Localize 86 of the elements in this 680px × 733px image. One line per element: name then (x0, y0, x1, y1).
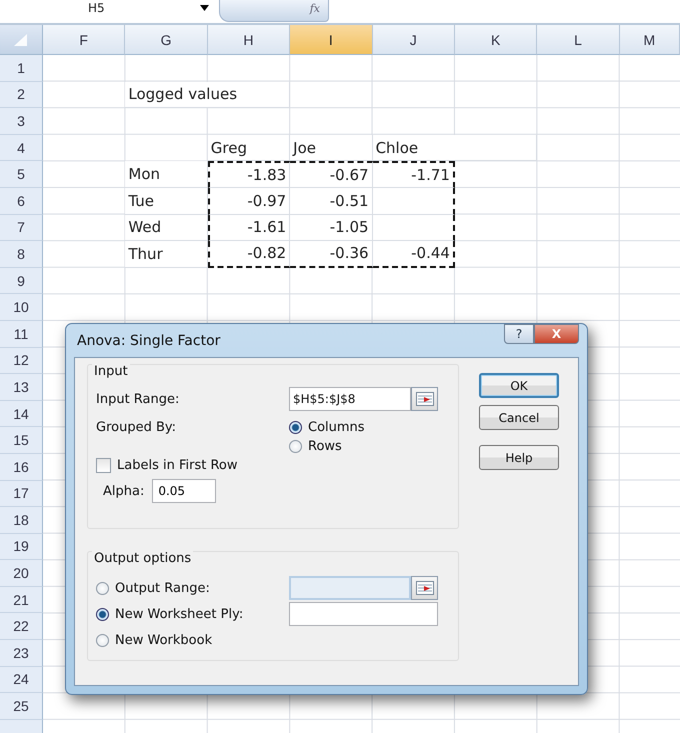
table-cell: Logged values (125, 82, 290, 108)
table-cell: -1.05 (290, 214, 373, 242)
row-header[interactable]: 16 (0, 454, 43, 480)
table-cell: -0.97 (208, 188, 290, 215)
radio-button[interactable] (289, 440, 302, 453)
row-header[interactable]: 2 (0, 82, 43, 108)
dialog-button[interactable]: Help (479, 445, 559, 470)
output-range-field[interactable] (289, 576, 411, 600)
row-header[interactable]: 20 (0, 560, 43, 587)
row-header[interactable]: 25 (0, 693, 43, 720)
table-cell: -1.71 (372, 161, 455, 188)
table-cell: -1.83 (208, 161, 290, 188)
column-header[interactable]: L (537, 25, 620, 55)
column-header[interactable]: K (454, 25, 538, 55)
column-header[interactable]: J (372, 25, 455, 55)
checkbox[interactable] (96, 458, 111, 473)
triangle-icon (14, 34, 28, 46)
table-cell: Tue (125, 188, 208, 215)
table-cell: -1.61 (208, 214, 290, 242)
field-label: Alpha: (103, 484, 144, 498)
worksheet-name-field[interactable] (289, 602, 438, 626)
dialog-title: Anova: Single Factor (77, 332, 220, 348)
row-header[interactable]: 4 (0, 134, 43, 162)
column-header[interactable]: G (125, 25, 208, 55)
field-label: Input Range: (96, 392, 180, 406)
range-select-icon (416, 581, 434, 595)
radio-button[interactable] (96, 608, 109, 620)
help-button[interactable]: ? (504, 324, 534, 344)
table-cell: Thur (125, 241, 208, 268)
table-cell: Chloe (372, 134, 538, 162)
table-cell: -0.51 (290, 188, 373, 215)
row-header[interactable]: 7 (0, 214, 43, 242)
radio-button[interactable] (96, 634, 109, 646)
range-select-icon (416, 392, 434, 406)
table-cell: -0.36 (290, 241, 373, 268)
radio-button[interactable] (96, 582, 109, 594)
row-header[interactable]: 22 (0, 613, 43, 640)
group-title: Input (92, 364, 130, 379)
alpha-field[interactable]: 0.05 (152, 479, 216, 503)
table-cell: Joe (290, 134, 373, 162)
row-header[interactable]: 1 (0, 55, 43, 82)
dialog-button[interactable]: OK (479, 373, 559, 398)
row-header[interactable]: 3 (0, 108, 43, 135)
insert-function-button[interactable]: fx (219, 0, 329, 22)
column-header[interactable]: H (208, 25, 290, 55)
row-header[interactable]: 24 (0, 666, 43, 694)
row-header[interactable]: 9 (0, 268, 43, 294)
radio-label[interactable]: Output Range: (115, 580, 210, 596)
collapse-dialog-button[interactable] (411, 387, 438, 411)
checkbox-label[interactable]: Labels in First Row (117, 458, 238, 473)
column-header[interactable]: I (290, 25, 373, 55)
dropdown-arrow-icon[interactable] (200, 5, 209, 11)
row-header[interactable]: 23 (0, 640, 43, 667)
row-header[interactable]: 15 (0, 427, 43, 454)
row-header[interactable]: 21 (0, 586, 43, 614)
field-label: Grouped By: (96, 420, 178, 435)
column-header[interactable]: M (620, 25, 680, 55)
radio-label[interactable]: Columns (308, 420, 365, 435)
select-all-button[interactable] (0, 25, 43, 55)
row-header[interactable]: 18 (0, 507, 43, 534)
group-title: Output options (92, 551, 194, 566)
column-header[interactable]: F (43, 25, 126, 55)
row-header[interactable]: 12 (0, 348, 43, 374)
row-header[interactable] (0, 720, 43, 733)
collapse-dialog-button[interactable] (411, 576, 438, 600)
row-header[interactable]: 10 (0, 294, 43, 321)
row-header[interactable]: 11 (0, 320, 43, 348)
radio-label[interactable]: New Workbook (115, 632, 212, 648)
name-box[interactable]: H5 (88, 1, 188, 15)
row-header[interactable]: 5 (0, 161, 43, 188)
table-cell: -0.67 (290, 161, 373, 188)
row-header[interactable]: 17 (0, 480, 43, 508)
table-cell: -0.82 (208, 241, 290, 268)
input-range-field[interactable]: $H$5:$J$8 (289, 387, 411, 411)
radio-label[interactable]: New Worksheet Ply: (115, 606, 244, 622)
dialog-button[interactable]: Cancel (479, 405, 559, 430)
row-header[interactable]: 19 (0, 534, 43, 560)
row-header[interactable]: 8 (0, 241, 43, 268)
radio-label[interactable]: Rows (308, 439, 342, 454)
table-cell: Wed (125, 214, 208, 242)
row-header[interactable]: 6 (0, 188, 43, 215)
radio-button[interactable] (289, 421, 302, 434)
table-cell: -0.44 (372, 241, 455, 268)
table-cell: Greg (208, 134, 290, 162)
row-header[interactable]: 13 (0, 374, 43, 401)
row-header[interactable]: 14 (0, 400, 43, 428)
